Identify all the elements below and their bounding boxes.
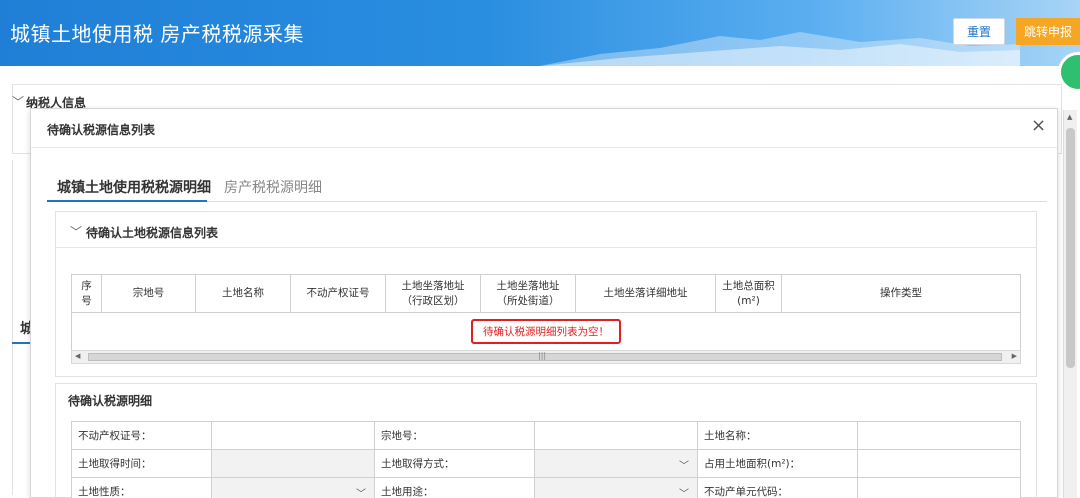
scroll-left-icon[interactable]: ◀: [75, 352, 80, 360]
form-label: 占用土地面积(m²)：: [697, 449, 858, 478]
scrollbar-thumb[interactable]: [1066, 128, 1075, 368]
chevron-down-icon[interactable]: ﹀: [679, 485, 689, 498]
form-row: 土地性质： ﹀ 土地用途： ﹀ 不动产单元代码：: [71, 477, 1021, 498]
reset-button[interactable]: 重置: [953, 18, 1005, 45]
pending-detail-panel: 待确认税源明细 不动产权证号： 宗地号： 土地名称： 土地取得时间： 土地取得方式： ﹀ 占…: [55, 383, 1037, 498]
chevron-down-icon[interactable]: ﹀: [679, 457, 689, 472]
form-input[interactable]: [857, 449, 1021, 478]
modal-divider: [31, 147, 1057, 148]
col-parcel-no: 宗地号: [101, 274, 196, 313]
form-row: 不动产权证号： 宗地号： 土地名称：: [71, 421, 1021, 450]
form-select[interactable]: ﹀: [211, 477, 375, 498]
form-date-input[interactable]: [211, 449, 375, 478]
page-title: 城镇土地使用税 房产税税源采集: [10, 22, 304, 46]
empty-cell: 待确认税源明细列表为空！: [71, 312, 1021, 351]
form-label: 不动产单元代码：: [697, 477, 858, 498]
form-select[interactable]: ﹀: [534, 449, 698, 478]
form-input[interactable]: [534, 421, 698, 450]
pending-land-table: 序号 宗地号 土地名称 不动产权证号 土地坐落地址 （行政区划） 土地坐落地址 （所…: [71, 274, 1021, 351]
chevron-down-icon[interactable]: ﹀: [70, 223, 82, 240]
tab-property-tax-detail[interactable]: 房产税税源明细: [224, 177, 322, 197]
form-input[interactable]: [211, 421, 375, 450]
panel-header[interactable]: ﹀ 待确认土地税源信息列表: [56, 212, 1036, 248]
col-index: 序号: [71, 274, 102, 313]
chevron-down-icon[interactable]: ﹀: [12, 93, 24, 110]
form-label: 土地性质：: [71, 477, 212, 498]
page-scrollbar[interactable]: ▲: [1063, 110, 1077, 498]
col-total-area: 土地总面积 (m²): [715, 274, 782, 313]
modal-title: 待确认税源信息列表: [47, 123, 156, 137]
col-operation-type: 操作类型: [781, 274, 1021, 313]
form-label: 土地取得时间：: [71, 449, 212, 478]
close-icon[interactable]: ×: [1031, 115, 1046, 136]
scroll-grip-icon: |||: [538, 351, 547, 360]
form-label: 土地用途：: [374, 477, 535, 498]
col-property-cert: 不动产权证号: [290, 274, 386, 313]
pending-land-list-panel: ﹀ 待确认土地税源信息列表 序号 宗地号 土地名称 不动产权证号 土地坐落地址（…: [55, 211, 1037, 377]
form-label: 宗地号：: [374, 421, 535, 450]
form-label: 土地取得方式：: [374, 449, 535, 478]
tab-active-indicator: [47, 200, 207, 202]
form-input[interactable]: [857, 421, 1021, 450]
background-tab-underline: [12, 342, 30, 344]
table-horizontal-scrollbar[interactable]: ◀ ||| ▶: [71, 350, 1021, 364]
detail-form: 不动产权证号： 宗地号： 土地名称： 土地取得时间： 土地取得方式： ﹀ 占用土地面积(m²…: [71, 421, 1021, 498]
jump-declare-button[interactable]: 跳转申报: [1016, 18, 1080, 45]
tab-land-tax-detail[interactable]: 城镇土地使用税税源明细: [57, 177, 211, 197]
scroll-up-icon[interactable]: ▲: [1067, 113, 1072, 121]
scroll-right-icon[interactable]: ▶: [1012, 352, 1017, 360]
form-select[interactable]: ﹀: [534, 477, 698, 498]
panel-title: 待确认土地税源信息列表: [86, 226, 219, 240]
form-label: 不动产权证号：: [71, 421, 212, 450]
form-label: 土地名称：: [697, 421, 858, 450]
chevron-down-icon[interactable]: ﹀: [356, 485, 366, 498]
table-row: 待确认税源明细列表为空！: [71, 312, 1021, 351]
col-addr-detail: 土地坐落详细地址: [575, 274, 716, 313]
empty-list-message: 待确认税源明细列表为空！: [471, 319, 621, 344]
pending-tax-source-modal: 待确认税源信息列表 × 城镇土地使用税税源明细 房产税税源明细 ﹀ 待确认土地税…: [30, 108, 1058, 498]
detail-panel-title: 待确认税源明细: [68, 394, 153, 408]
form-row: 土地取得时间： 土地取得方式： ﹀ 占用土地面积(m²)：: [71, 449, 1021, 478]
table-header-row: 序号 宗地号 土地名称 不动产权证号 土地坐落地址 （行政区划） 土地坐落地址 （所…: [71, 274, 1021, 313]
col-addr-street: 土地坐落地址 （所处街道）: [480, 274, 576, 313]
header-banner: 城镇土地使用税 房产税税源采集: [0, 0, 1080, 66]
col-land-name: 土地名称: [195, 274, 291, 313]
form-input[interactable]: [857, 477, 1021, 498]
mountain-decoration: [540, 32, 1020, 66]
col-addr-district: 土地坐落地址 （行政区划）: [385, 274, 481, 313]
